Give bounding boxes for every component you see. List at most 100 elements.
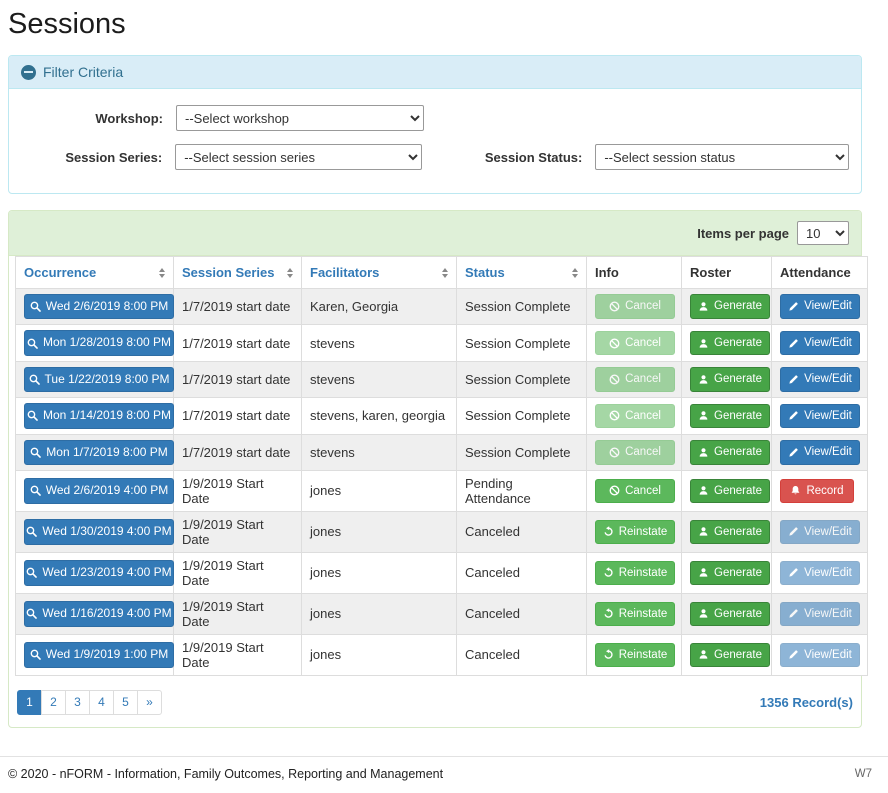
view-edit-button-label: View/Edit: [804, 647, 852, 664]
column-label-session-series[interactable]: Session Series: [182, 265, 275, 280]
footer-copyright: © 2020 - nFORM - Information, Family Out…: [8, 767, 443, 781]
occurrence-button-label: Wed 1/30/2019 4:00 PM: [42, 523, 171, 540]
occurrence-cell: Wed 2/6/2019 8:00 PM: [16, 289, 174, 325]
view-edit-button[interactable]: View/Edit: [780, 367, 860, 392]
occurrence-button[interactable]: Wed 1/9/2019 1:00 PM: [24, 642, 174, 667]
occurrence-cell: Wed 1/16/2019 4:00 PM: [16, 593, 174, 634]
generate-button[interactable]: Generate: [690, 643, 770, 668]
pencil-icon: [788, 338, 799, 349]
occurrence-button[interactable]: Mon 1/14/2019 8:00 PM: [24, 403, 174, 428]
generate-button[interactable]: Generate: [690, 561, 770, 586]
attendance-cell: View/Edit: [772, 593, 868, 634]
column-header-facilitators[interactable]: Facilitators: [302, 257, 457, 289]
ban-icon: [609, 410, 620, 421]
sort-icon[interactable]: [287, 268, 293, 278]
attendance-cell: View/Edit: [772, 434, 868, 470]
pagination-page-3[interactable]: 3: [65, 690, 90, 715]
column-header-status[interactable]: Status: [457, 257, 587, 289]
generate-button-label: Generate: [714, 371, 762, 388]
column-header-occurrence[interactable]: Occurrence: [16, 257, 174, 289]
filter-panel-header[interactable]: Filter Criteria: [9, 56, 861, 89]
session-status-select[interactable]: --Select session status: [595, 144, 849, 170]
pagination: 12345»: [17, 690, 162, 715]
workshop-select[interactable]: --Select workshop: [176, 105, 424, 131]
column-label-roster: Roster: [690, 265, 731, 280]
column-label-facilitators[interactable]: Facilitators: [310, 265, 379, 280]
users-icon: [698, 447, 709, 458]
table-row: Wed 1/23/2019 4:00 PM1/9/2019 Start Date…: [16, 552, 868, 593]
items-per-page-select[interactable]: 10: [797, 221, 849, 245]
users-icon: [698, 410, 709, 421]
bell-icon: [790, 485, 801, 496]
occurrence-button[interactable]: Wed 1/23/2019 4:00 PM: [24, 560, 174, 585]
sort-icon[interactable]: [572, 268, 578, 278]
info-cell: Cancel: [587, 325, 682, 361]
cancel-button-label: Cancel: [625, 371, 661, 388]
cancel-button[interactable]: Cancel: [595, 479, 675, 504]
cancel-button-label: Cancel: [625, 335, 661, 352]
sort-icon[interactable]: [442, 268, 448, 278]
occurrence-button[interactable]: Wed 1/30/2019 4:00 PM: [24, 519, 174, 544]
info-cell: Cancel: [587, 361, 682, 397]
occurrence-button[interactable]: Wed 1/16/2019 4:00 PM: [24, 601, 174, 626]
ban-icon: [609, 301, 620, 312]
generate-button[interactable]: Generate: [690, 294, 770, 319]
table-row: Tue 1/22/2019 8:00 PM1/7/2019 start date…: [16, 361, 868, 397]
session-series-select[interactable]: --Select session series: [175, 144, 422, 170]
occurrence-cell: Wed 1/30/2019 4:00 PM: [16, 511, 174, 552]
occurrence-button-label: Wed 1/23/2019 4:00 PM: [42, 564, 171, 581]
record-button[interactable]: Record: [780, 479, 854, 504]
generate-button-label: Generate: [714, 606, 762, 623]
column-header-session-series[interactable]: Session Series: [174, 257, 302, 289]
occurrence-button[interactable]: Mon 1/28/2019 8:00 PM: [24, 330, 174, 355]
pagination-page-4[interactable]: 4: [89, 690, 114, 715]
column-label-attendance: Attendance: [780, 265, 851, 280]
facilitators-cell: jones: [302, 511, 457, 552]
column-label-occurrence[interactable]: Occurrence: [24, 265, 96, 280]
view-edit-button[interactable]: View/Edit: [780, 331, 860, 356]
status-cell: Canceled: [457, 552, 587, 593]
occurrence-button[interactable]: Wed 2/6/2019 8:00 PM: [24, 294, 174, 319]
pagination-page-1[interactable]: 1: [17, 690, 42, 715]
generate-button[interactable]: Generate: [690, 440, 770, 465]
table-row: Wed 2/6/2019 8:00 PM1/7/2019 start dateK…: [16, 289, 868, 325]
view-edit-button[interactable]: View/Edit: [780, 294, 860, 319]
status-cell: Canceled: [457, 593, 587, 634]
reinstate-button[interactable]: Reinstate: [595, 643, 675, 668]
generate-button[interactable]: Generate: [690, 331, 770, 356]
session-status-label: Session Status:: [478, 150, 595, 165]
view-edit-button: View/Edit: [780, 643, 860, 668]
reinstate-button[interactable]: Reinstate: [595, 602, 675, 627]
pencil-icon: [788, 526, 799, 537]
generate-button[interactable]: Generate: [690, 602, 770, 627]
column-header-info: Info: [587, 257, 682, 289]
facilitators-cell: stevens: [302, 325, 457, 361]
generate-button[interactable]: Generate: [690, 479, 770, 504]
occurrence-button-label: Wed 1/9/2019 1:00 PM: [46, 646, 169, 663]
generate-button[interactable]: Generate: [690, 520, 770, 545]
occurrence-button[interactable]: Tue 1/22/2019 8:00 PM: [24, 367, 174, 392]
view-edit-button: View/Edit: [780, 520, 860, 545]
view-edit-button: View/Edit: [780, 561, 860, 586]
reinstate-button-label: Reinstate: [619, 524, 668, 541]
pagination-page-5[interactable]: 5: [113, 690, 138, 715]
reinstate-button[interactable]: Reinstate: [595, 561, 675, 586]
occurrence-button[interactable]: Mon 1/7/2019 8:00 PM: [24, 440, 174, 465]
generate-button[interactable]: Generate: [690, 404, 770, 429]
view-edit-button[interactable]: View/Edit: [780, 440, 860, 465]
occurrence-button[interactable]: Wed 2/6/2019 4:00 PM: [24, 478, 174, 503]
status-cell: Session Complete: [457, 398, 587, 434]
view-edit-button[interactable]: View/Edit: [780, 404, 860, 429]
table-header-row: Occurrence Session Series Facilitators Stat…: [16, 257, 868, 289]
sort-icon[interactable]: [159, 268, 165, 278]
collapse-minus-icon[interactable]: [21, 65, 36, 80]
view-edit-button-label: View/Edit: [804, 606, 852, 623]
pagination-page-2[interactable]: 2: [41, 690, 66, 715]
session-series-cell: 1/7/2019 start date: [174, 325, 302, 361]
column-label-status[interactable]: Status: [465, 265, 505, 280]
reinstate-button[interactable]: Reinstate: [595, 520, 675, 545]
generate-button-label: Generate: [714, 444, 762, 461]
generate-button[interactable]: Generate: [690, 367, 770, 392]
pagination-next-button[interactable]: »: [137, 690, 162, 715]
info-cell: Cancel: [587, 470, 682, 511]
